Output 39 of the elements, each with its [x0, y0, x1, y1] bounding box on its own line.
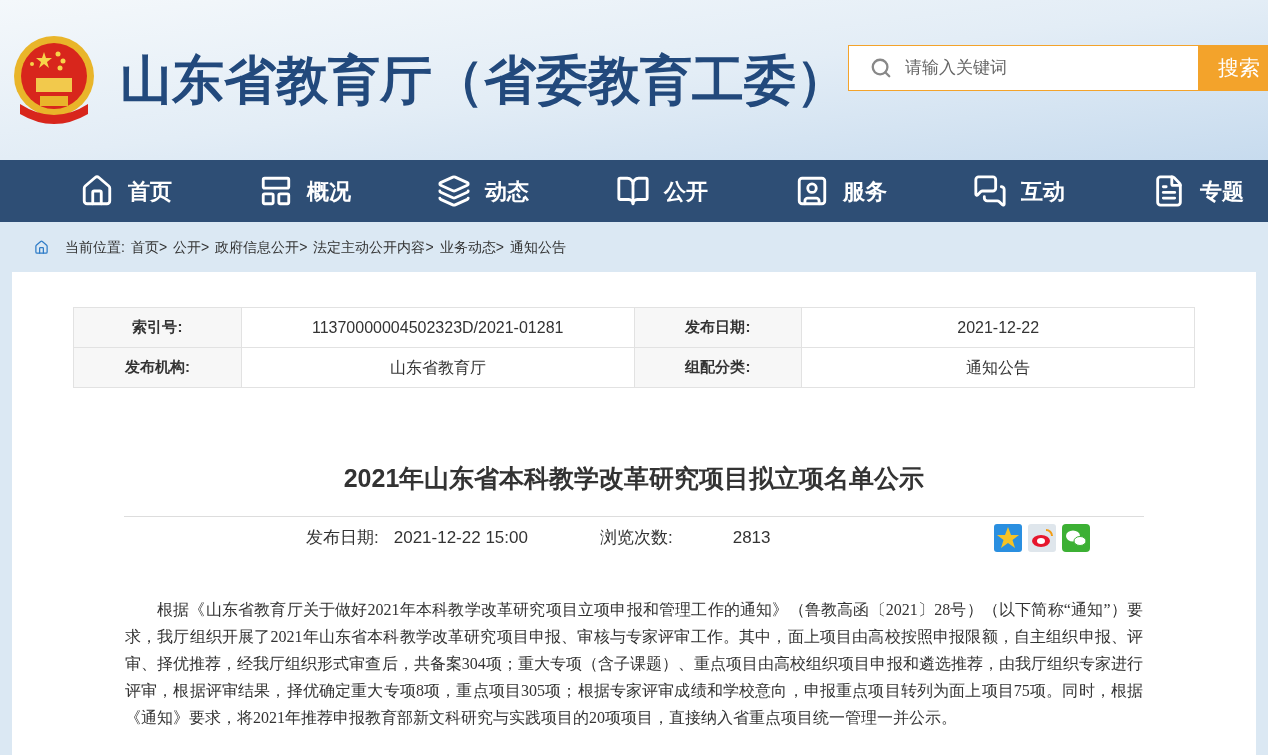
- nav-item[interactable]: 概况: [258, 174, 351, 208]
- view-count: 2813: [732, 527, 771, 550]
- breadcrumb-link[interactable]: 法定主动公开内容>: [313, 236, 434, 258]
- field-value: 2021-12-22: [801, 307, 1195, 348]
- field-value: 山东省教育厅: [241, 347, 635, 388]
- article-title: 2021年山东省本科教学改革研究项目拟立项名单公示: [342, 463, 926, 494]
- breadcrumb-link[interactable]: 政府信息公开>: [215, 236, 308, 258]
- wechat-share-icon[interactable]: [1062, 524, 1090, 552]
- nav-item[interactable]: 专题: [1151, 174, 1244, 208]
- publish-date: 2021-12-22 15:00: [393, 527, 528, 550]
- chat-bubbles-icon: [973, 174, 1008, 208]
- nav-item[interactable]: 首页: [80, 174, 172, 208]
- nav-item[interactable]: 互动: [973, 174, 1066, 208]
- house-icon: [80, 174, 114, 208]
- field-label: 发布机构:: [73, 347, 242, 388]
- field-value: 11370000004502323D/2021-01281: [241, 307, 635, 348]
- book-icon: [615, 174, 650, 208]
- breadcrumb-link[interactable]: 首页>: [130, 236, 168, 258]
- field-label: 索引号:: [73, 307, 242, 348]
- article-body: 根据《山东省教育厅关于做好2021年本科教学改革研究项目立项申报和管理工作的通知》（鲁教高函〔2021〕28号）（以下简称“通知”）要求，我厅组织开展了2021年山东省本科教学改革研究项目申报、审核与专家评审工作。其中，面上项目由高校按照申报限额，自主组织申报、评审、择优推荐，经我厅组织形式审查后，共备案304项；重大专项（含子课题）、重点项目由高校组织项目申报和遴选推荐，由我厅组织专家进行评审，根据评审结果，择优确定重大专项8项，重点项目305项；根据专家评审成绩和学校意向，申报重点项目转列为面上项目75项。同时，根据《通知》要求，将2021年推荐申报教育部新文科研究与实践项目的20项项目，直接纳入省重点项目统一管理一并公示。: [125, 599, 1143, 728]
- nav-item[interactable]: 公开: [615, 174, 708, 208]
- date-label: 发布日期:: [306, 527, 379, 550]
- views-label: 浏览次数:: [599, 527, 673, 550]
- field-value: 通知公告: [801, 347, 1195, 388]
- weibo-share-icon[interactable]: [1028, 524, 1056, 552]
- site-title: 山东省教育厅（省委教育工委）: [120, 50, 848, 111]
- breadcrumb-link[interactable]: 公开>: [173, 236, 210, 258]
- field-label: 发布日期:: [634, 307, 802, 348]
- field-label: 组配分类:: [634, 347, 802, 388]
- house-icon: [34, 239, 49, 255]
- nav-item[interactable]: 服务: [794, 174, 887, 208]
- search-icon: [870, 57, 892, 79]
- stack-icon: [437, 174, 472, 208]
- nav-item[interactable]: 动态: [437, 174, 530, 208]
- breadcrumb-link[interactable]: 通知公告: [509, 236, 566, 258]
- breadcrumb-link[interactable]: 业务动态>: [439, 236, 504, 258]
- breadcrumb-label: 当前位置:: [65, 237, 125, 257]
- search-field[interactable]: 请输入关键词: [848, 45, 1199, 91]
- star-share-icon[interactable]: [994, 524, 1022, 552]
